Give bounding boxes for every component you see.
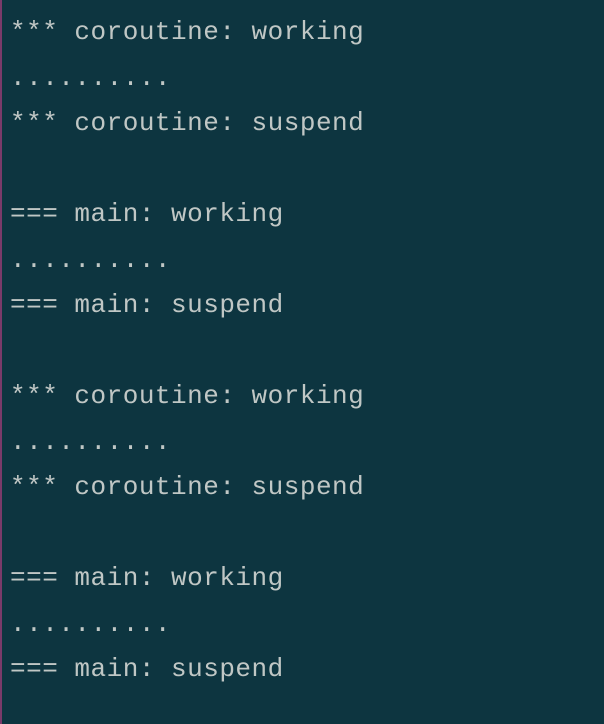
terminal-line: .......... <box>10 420 596 466</box>
terminal-line: *** coroutine: suspend <box>10 465 596 511</box>
terminal-line <box>10 147 596 193</box>
terminal-line: *** coroutine: working <box>10 374 596 420</box>
terminal-line: === main: suspend <box>10 647 596 693</box>
terminal-line: .......... <box>10 602 596 648</box>
terminal-line: === main: working <box>10 192 596 238</box>
terminal-output: *** coroutine: working .......... *** co… <box>10 10 596 693</box>
terminal-line: *** coroutine: suspend <box>10 101 596 147</box>
terminal-line <box>10 329 596 375</box>
terminal-line: === main: suspend <box>10 283 596 329</box>
terminal-line <box>10 511 596 557</box>
terminal-line: *** coroutine: working <box>10 10 596 56</box>
terminal-line: .......... <box>10 238 596 284</box>
terminal-line: .......... <box>10 56 596 102</box>
terminal-line: === main: working <box>10 556 596 602</box>
